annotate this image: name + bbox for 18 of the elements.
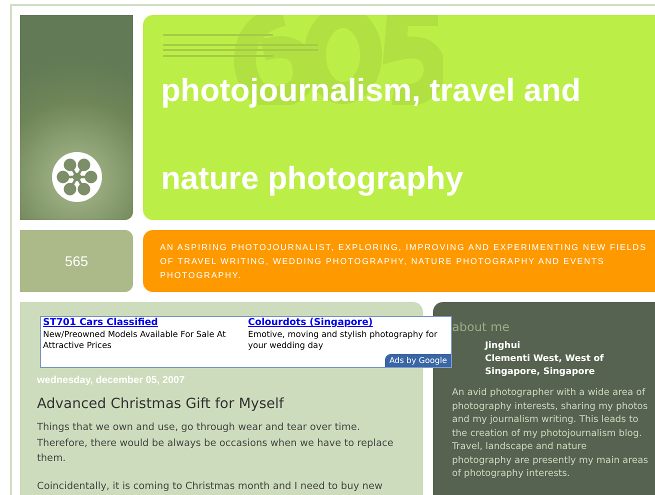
post-title: Advanced Christmas Gift for Myself — [37, 395, 285, 414]
ad-link[interactable]: ST701 Cars Classified — [43, 317, 242, 329]
site-title: nature photography — [161, 160, 464, 196]
site-title: photojournalism, travel and — [161, 72, 582, 108]
tagline-banner: AN ASPIRING PHOTOJOURNALIST, EXPLORING, IMPROVING AND EXPERIMENTING NEW FIELDS OF TRAVEL WRITING, WEDDING PHOTOGRAPHY, NATURE PHOTOGRAPHY AND EVENTS PHOTOGRAPHY. — [143, 230, 655, 292]
number-tile: 565 — [20, 230, 133, 292]
profile-bio: An avid photographer with a wide area of photography interests, sharing my photos and my journalism writing. This leads to the creation of my photojournalism blog. Travel, landscape and nature photography are presently my main areas of photography interests. — [452, 386, 650, 480]
post-paragraph: Coincidentally, it is coming to Christmas month and I need to buy new — [37, 480, 384, 494]
post-paragraph: Things that we own and use, go through wear and tear over time. Therefore, there would be always be occasions when we have to replace them. — [37, 421, 394, 466]
sidebar-heading: about me — [452, 320, 511, 334]
ad-link[interactable]: Colourdots (Singapore) — [248, 317, 448, 329]
ad-text: Emotive, moving and stylish photography for your wedding day — [248, 329, 438, 351]
flower-icon — [52, 152, 102, 202]
ad-text: New/Preowned Models Available For Sale At Attractive Prices — [43, 329, 227, 351]
ads-label[interactable]: Ads by Google — [385, 354, 451, 367]
post-date: wednesday, december 05, 2007 — [37, 374, 186, 388]
profile-location: Clementi West, West of Singapore, Singapore — [485, 353, 605, 379]
profile-name: Jinghui — [485, 340, 522, 353]
